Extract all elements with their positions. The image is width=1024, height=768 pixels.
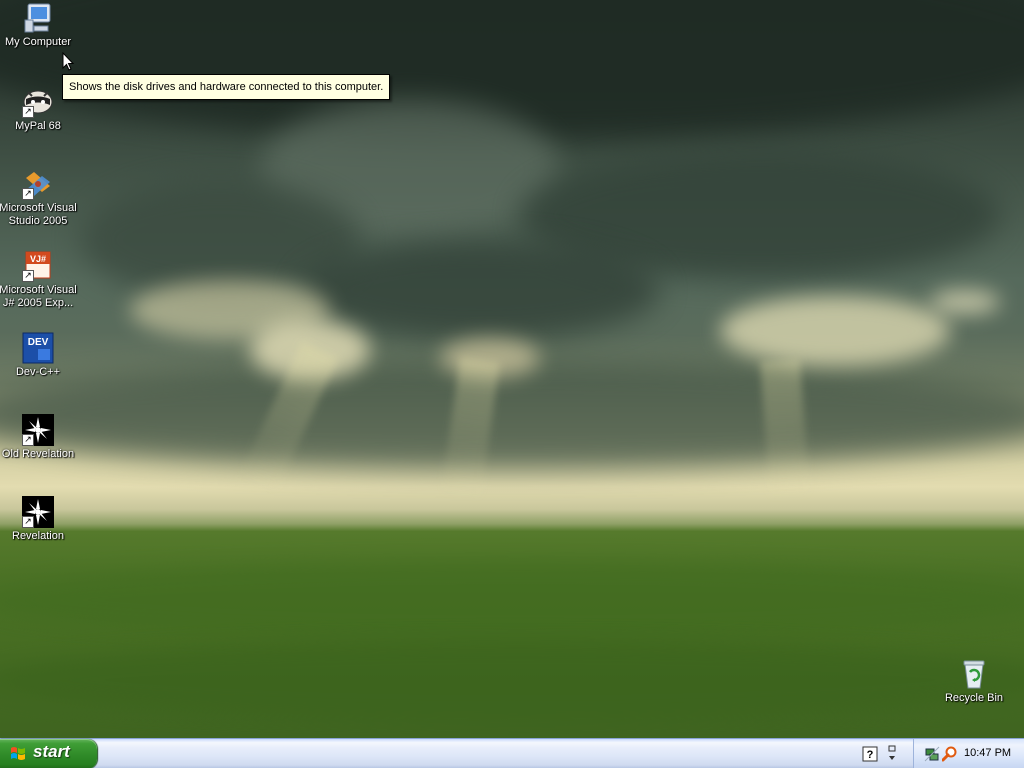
grass [0,640,1024,720]
cloud [0,360,1024,470]
visual-jsharp-icon: VJ# ↗ [22,250,54,282]
computer-icon [22,2,54,34]
icon-label: Recycle Bin [944,692,1004,704]
icon-label: Revelation [12,530,64,542]
start-button[interactable]: start [0,739,97,768]
search-icon[interactable] [942,746,958,762]
shortcut-arrow-icon: ↗ [22,188,34,200]
desktop-icon-visual-jsharp[interactable]: VJ# ↗ Microsoft Visual J# 2005 Exp... [0,250,78,310]
revelation-icon: ↗ [22,414,54,446]
start-label: start [33,742,70,761]
clock[interactable]: 10:47 PM [964,747,1011,759]
desktop-icon-visual-studio[interactable]: ↗ Microsoft Visual Studio 2005 [0,168,78,228]
icon-label: My Computer [4,36,72,48]
network-icon[interactable] [924,746,940,762]
desktop[interactable]: My Computer ↗ MyPal 68 ↗ Microsoft Visua… [0,0,1024,738]
icon-label: Microsoft Visual J# 2005 Exp... [0,284,77,309]
shortcut-arrow-icon: ↗ [22,516,34,528]
sunlight-glow [930,290,1000,314]
shortcut-arrow-icon: ↗ [22,434,34,446]
icon-label: Microsoft Visual Studio 2005 [0,202,77,227]
dev-cpp-icon: DEV [22,332,54,364]
desktop-icon-recycle-bin[interactable]: Recycle Bin [934,658,1014,705]
desktop-icon-dev-cpp[interactable]: DEV Dev-C++ [0,332,78,379]
sunlight-glow [720,296,950,366]
raccoon-browser-icon: ↗ [22,86,54,118]
windows-logo-icon [11,747,25,760]
tooltip: Shows the disk drives and hardware conne… [62,74,391,100]
help-icon[interactable]: ? [862,746,878,762]
dev-badge: DEV [28,337,49,348]
desktop-icon-old-revelation[interactable]: ↗ Old Revelation [0,414,78,461]
tray-expand-button[interactable] [886,743,898,763]
desktop-icon-my-computer[interactable]: My Computer [0,2,78,49]
mouse-cursor-icon [62,52,75,71]
shortcut-arrow-icon: ↗ [22,106,34,118]
vjsharp-badge: VJ# [30,254,46,264]
desktop-icon-revelation[interactable]: ↗ Revelation [0,496,78,543]
icon-label: Old Revelation [1,448,75,460]
system-tray: 10:47 PM [913,739,1024,768]
taskbar: start ? 10:47 PM [0,738,1024,768]
grass [0,560,1024,640]
svg-text:?: ? [867,749,874,761]
visual-studio-icon: ↗ [22,168,54,200]
cloud [300,240,660,340]
shortcut-arrow-icon: ↗ [22,270,34,282]
revelation-icon: ↗ [22,496,54,528]
icon-label: Dev-C++ [15,366,61,378]
icon-label: MyPal 68 [15,120,61,132]
recycle-bin-icon [958,658,990,690]
